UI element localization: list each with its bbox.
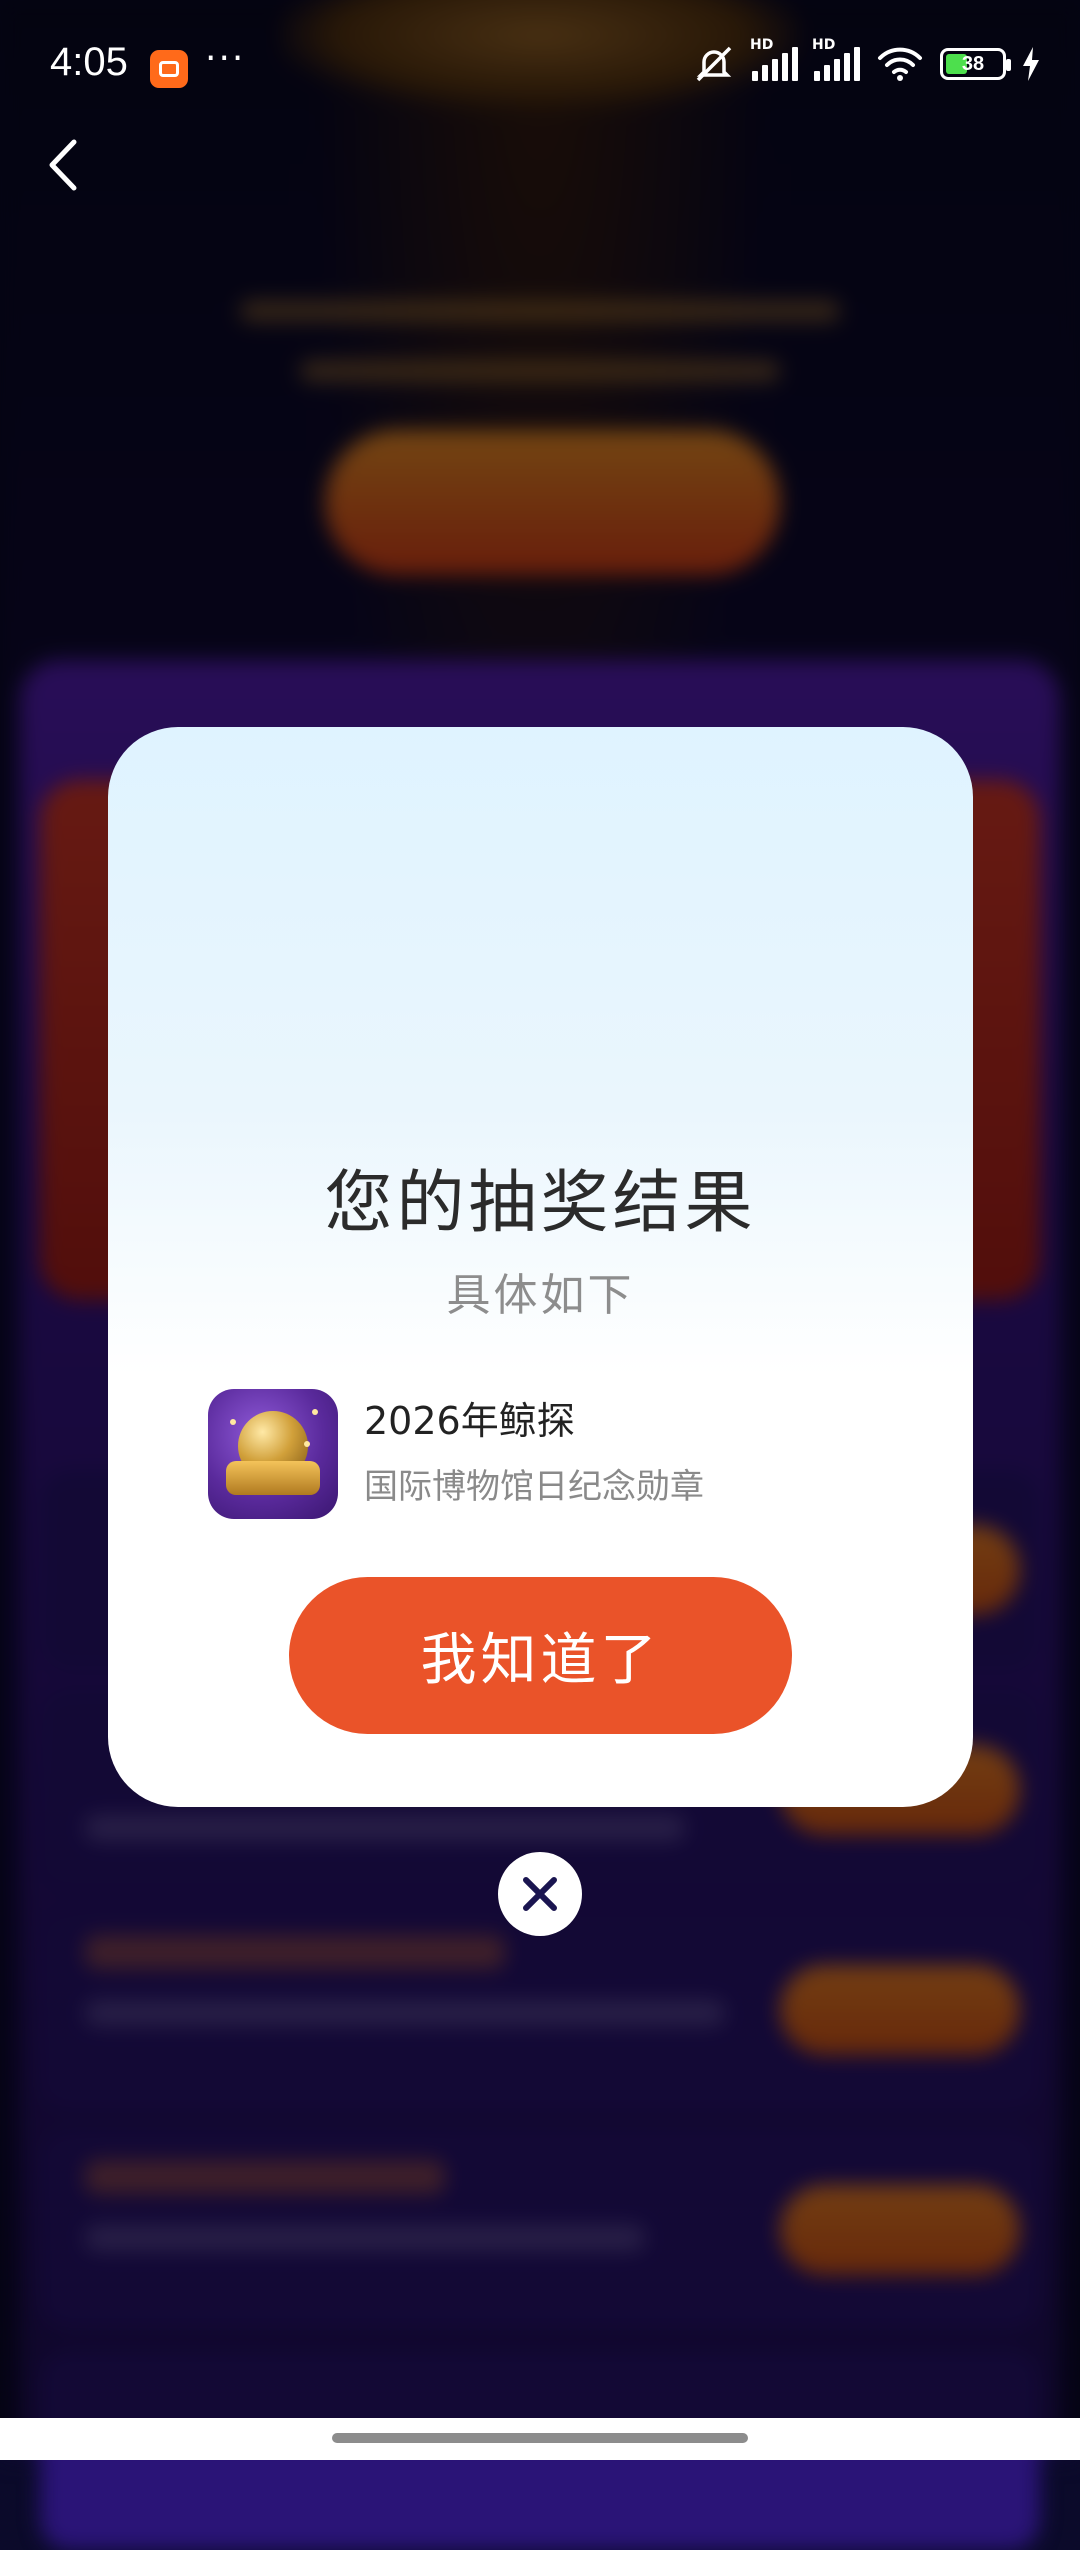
more-notifications-icon: ··· <box>205 38 246 79</box>
wifi-icon <box>878 47 922 81</box>
confirm-button[interactable]: 我知道了 <box>289 1577 792 1734</box>
app-notification-icon <box>150 50 188 88</box>
cellular-signal-2-icon: HD <box>812 37 860 81</box>
status-icons: HD HD 38 <box>692 37 1040 84</box>
battery-percent: 38 <box>961 52 985 75</box>
back-button[interactable] <box>30 130 100 200</box>
prize-description: 国际博物馆日纪念勋章 <box>364 1467 704 1507</box>
dialog-title: 您的抽奖结果 <box>324 1164 757 1243</box>
bell-off-icon <box>696 46 732 82</box>
lightning-icon <box>1023 47 1039 81</box>
prize-name: 2026年鲸探 <box>364 1399 575 1443</box>
dialog-subtitle: 具体如下 <box>446 1270 635 1321</box>
status-bar: 4:05 ··· HD HD 38 <box>0 0 1080 130</box>
prize-thumbnail <box>208 1389 338 1519</box>
lottery-result-dialog: 您的抽奖结果 具体如下 2026年鲸探 国际博物馆日纪念勋章 我知道了 <box>108 727 973 1807</box>
close-dialog-button[interactable] <box>498 1852 582 1936</box>
status-time: 4:05 <box>50 40 128 84</box>
cellular-signal-1-icon: HD <box>750 37 798 81</box>
battery-icon: 38 <box>940 48 1011 80</box>
prize-item: 2026年鲸探 国际博物馆日纪念勋章 <box>208 1389 704 1519</box>
chevron-left-icon <box>49 139 77 191</box>
close-icon <box>523 1877 557 1911</box>
home-indicator[interactable] <box>332 2433 748 2443</box>
